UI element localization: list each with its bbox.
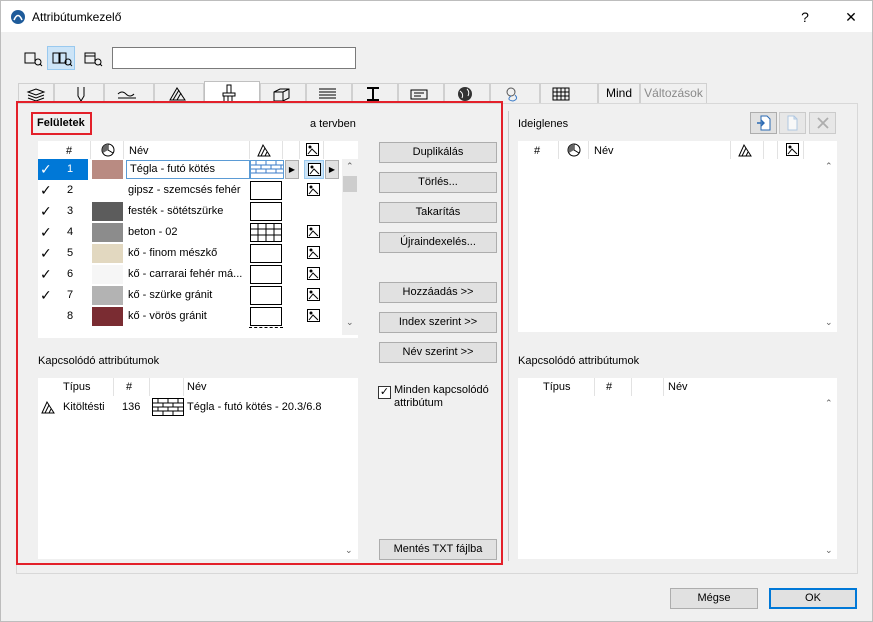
new-file-button[interactable]: [779, 112, 806, 134]
attribute-manager-window: Attribútumkezelő ? ✕ Mind Változások Fel…: [0, 0, 873, 622]
pen-icon: [77, 87, 85, 102]
view-mode-detail-button[interactable]: [78, 46, 106, 70]
help-button[interactable]: ?: [795, 7, 815, 27]
tab-profiles[interactable]: [352, 83, 398, 103]
globe-icon: [458, 87, 472, 101]
fill-hatch-icon: [169, 87, 186, 101]
window-title: Attribútumkezelő: [32, 10, 122, 24]
tab-layers[interactable]: [18, 83, 54, 103]
tab-composites[interactable]: [306, 83, 352, 103]
remove-x-icon: [817, 117, 829, 129]
temp-fill-column-icon: [738, 143, 752, 157]
zone-stamp-icon: [410, 89, 428, 100]
building-material-icon: [273, 88, 290, 102]
cancel-button[interactable]: Mégse: [670, 588, 758, 609]
temp-related-column-num: #: [606, 381, 613, 393]
tab-operation-profiles[interactable]: [444, 83, 490, 103]
import-file-icon: [757, 115, 771, 131]
temp-column-num: #: [534, 145, 541, 157]
tab-markup-styles[interactable]: [540, 83, 598, 103]
detail-view-icon: [84, 52, 103, 67]
search-input[interactable]: [112, 47, 356, 69]
tab-pens[interactable]: [54, 83, 104, 103]
layers-icon: [26, 88, 46, 102]
list-view-icon: [24, 52, 43, 67]
tab-changes: Változások: [640, 83, 707, 103]
temporary-title: Ideiglenes: [518, 118, 569, 130]
temp-scroll-up-icon[interactable]: ⌃: [825, 161, 833, 172]
paint-brush-surfaces-icon: [222, 84, 236, 101]
split-view-icon: [52, 52, 73, 67]
archicad-logo-icon: [11, 10, 25, 24]
temp-texture-column-icon: [786, 143, 799, 156]
ok-button[interactable]: OK: [769, 588, 857, 609]
import-button[interactable]: [750, 112, 777, 134]
zone-grid-icon: [552, 87, 570, 101]
view-mode-list-button[interactable]: [18, 46, 46, 70]
temporary-list: [518, 141, 837, 332]
profile-icon: [367, 87, 379, 101]
line-types-icon: [117, 91, 136, 99]
tab-building-materials[interactable]: [260, 83, 306, 103]
temp-scroll-down-icon[interactable]: ⌄: [825, 317, 833, 328]
tab-all[interactable]: Mind: [598, 83, 640, 103]
tab-line-types[interactable]: [104, 83, 154, 103]
temp-related-list: [518, 378, 837, 559]
mep-icon: [506, 87, 518, 102]
tab-fills[interactable]: [154, 83, 204, 103]
tab-zone-categories[interactable]: [398, 83, 444, 103]
temp-related-column-type: Típus: [543, 381, 571, 393]
temp-related-column-name: Név: [668, 381, 688, 393]
temp-related-scroll-up-icon[interactable]: ⌃: [825, 398, 833, 409]
highlight-frame: [16, 101, 503, 565]
new-file-icon: [787, 115, 798, 131]
temp-related-title: Kapcsolódó attribútumok: [518, 355, 640, 367]
tab-mep-systems[interactable]: [490, 83, 540, 103]
view-mode-split-button[interactable]: [47, 46, 75, 70]
temp-color-column-icon: [567, 143, 581, 157]
remove-button[interactable]: [809, 112, 836, 134]
close-button[interactable]: ✕: [841, 7, 861, 27]
composite-icon: [319, 88, 336, 99]
temp-column-name: Név: [594, 145, 614, 157]
temp-related-scroll-down-icon[interactable]: ⌄: [825, 545, 833, 556]
title-bar: Attribútumkezelő ? ✕: [1, 1, 872, 32]
